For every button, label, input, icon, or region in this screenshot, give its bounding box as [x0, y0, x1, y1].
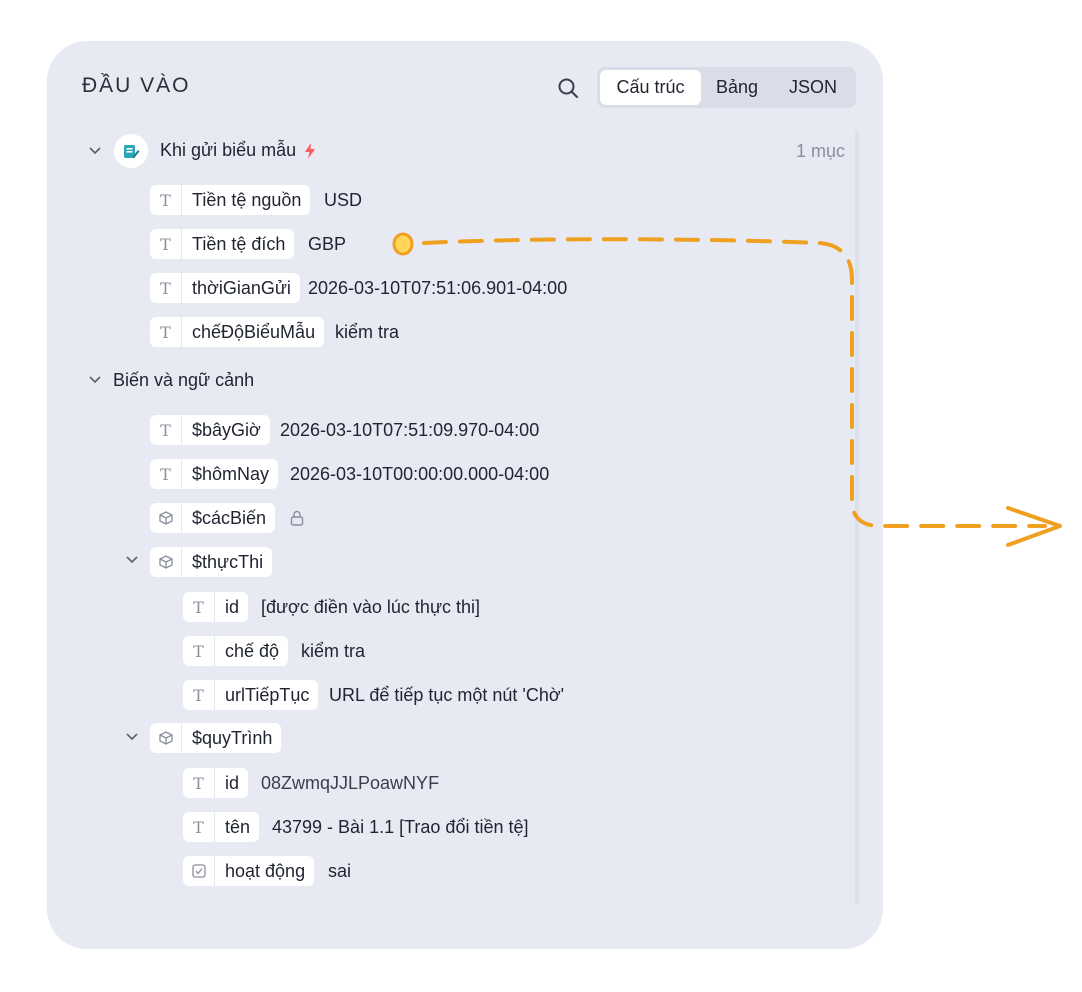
input-panel — [47, 41, 883, 949]
field-pill[interactable]: T id — [183, 768, 249, 798]
form-trigger-icon — [114, 134, 148, 168]
field-pill[interactable]: T thờiGianGửi — [150, 273, 300, 303]
text-type-icon: T — [150, 415, 182, 445]
item-count: 1 mục — [796, 141, 846, 161]
scrollbar[interactable] — [855, 130, 859, 905]
field-pill[interactable]: T Tiền tệ nguồn — [150, 185, 311, 215]
field-pill[interactable]: T Tiền tệ đích — [150, 229, 295, 259]
object-key: $thựcThi — [192, 551, 264, 572]
text-type-icon: T — [150, 273, 182, 303]
chevron-down-icon[interactable] — [125, 730, 139, 744]
field-pill[interactable]: T id — [183, 592, 249, 622]
field-value: GBP — [308, 234, 347, 254]
variable-pill[interactable]: T $bâyGiờ — [150, 415, 270, 445]
field-value: 08ZwmqJJLPoawNYF — [261, 773, 440, 793]
text-type-icon: T — [150, 459, 182, 489]
object-pill[interactable]: $quyTrình — [150, 723, 282, 753]
field-key: id — [225, 772, 240, 793]
variable-value: 2026-03-10T00:00:00.000-04:00 — [290, 464, 550, 484]
text-type-icon: T — [183, 680, 215, 710]
field-key: thờiGianGửi — [192, 277, 291, 298]
field-pill[interactable]: hoạt động — [183, 856, 315, 886]
variable-key: $bâyGiờ — [192, 419, 261, 440]
field-value: kiểm tra — [301, 641, 366, 661]
field-value: 43799 - Bài 1.1 [Trao đổi tiền tệ] — [272, 817, 529, 837]
field-key: hoạt động — [225, 860, 306, 881]
variable-key: $hômNay — [192, 463, 270, 484]
field-key: id — [225, 596, 240, 617]
lock-icon — [290, 510, 304, 526]
field-value: kiểm tra — [335, 322, 400, 342]
tab-json[interactable]: JSON — [773, 70, 853, 105]
field-value: sai — [328, 861, 352, 881]
text-type-icon: T — [150, 229, 182, 259]
field-pill[interactable]: T chế độ — [183, 636, 289, 666]
field-pill[interactable]: T urlTiếpTục — [183, 680, 319, 710]
checkbox-type-icon — [183, 856, 215, 886]
variable-pill[interactable]: T $hômNay — [150, 459, 279, 489]
text-type-icon: T — [183, 636, 215, 666]
search-icon[interactable] — [556, 76, 580, 100]
cube-icon — [150, 503, 182, 533]
panel-title: ĐẦU VÀO — [82, 74, 191, 97]
trigger-label[interactable]: Khi gửi biểu mẫu — [160, 140, 296, 161]
cube-icon — [150, 723, 182, 753]
field-key: urlTiếpTục — [225, 684, 310, 705]
variable-value: 2026-03-10T07:51:09.970-04:00 — [280, 420, 540, 440]
field-key: tên — [225, 816, 251, 837]
text-type-icon: T — [183, 592, 215, 622]
variable-key: $cácBiến — [192, 507, 267, 528]
view-tabs: Cấu trúc Bảng JSON — [597, 67, 856, 108]
field-value: 2026-03-10T07:51:06.901-04:00 — [308, 278, 568, 298]
field-value: [được điền vào lúc thực thi] — [261, 597, 481, 617]
object-key: $quyTrình — [192, 727, 273, 748]
text-type-icon: T — [183, 768, 215, 798]
field-key: chế độ — [225, 640, 280, 661]
bolt-icon — [305, 143, 315, 159]
chevron-down-icon[interactable] — [88, 144, 102, 158]
tab-structure[interactable]: Cấu trúc — [600, 70, 701, 105]
field-value: USD — [324, 190, 363, 210]
variable-pill[interactable]: $cácBiến — [150, 503, 276, 533]
cube-icon — [150, 547, 182, 577]
field-pill[interactable]: T tên — [183, 812, 260, 842]
field-pill[interactable]: T chếĐộBiểuMẫu — [150, 317, 325, 347]
field-value: URL để tiếp tục một nút 'Chờ' — [329, 685, 565, 705]
chevron-down-icon[interactable] — [88, 373, 102, 387]
object-pill[interactable]: $thựcThi — [150, 547, 273, 577]
text-type-icon: T — [183, 812, 215, 842]
text-type-icon: T — [150, 185, 182, 215]
field-key: Tiền tệ nguồn — [192, 189, 302, 210]
field-key: Tiền tệ đích — [192, 233, 286, 254]
section-label-context[interactable]: Biến và ngữ cảnh — [113, 370, 254, 391]
tab-table[interactable]: Bảng — [701, 70, 773, 105]
field-key: chếĐộBiểuMẫu — [192, 321, 316, 342]
chevron-down-icon[interactable] — [125, 553, 139, 567]
text-type-icon: T — [150, 317, 182, 347]
